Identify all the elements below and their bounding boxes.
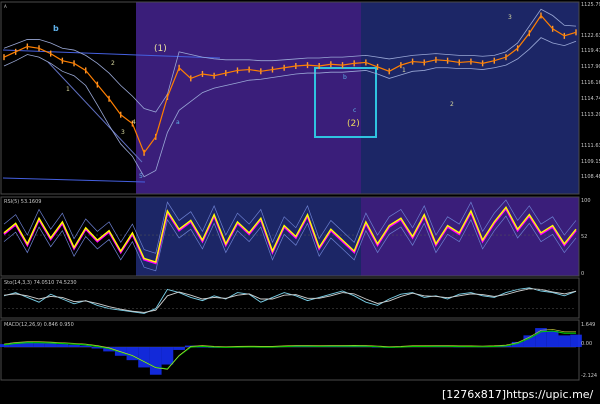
price-tick-label: 1116.16 xyxy=(581,80,600,86)
price-tick-label: 1111.63 xyxy=(581,143,600,149)
price-tick-label: 1125.79 xyxy=(581,2,600,8)
price-tick-label: 1117.90 xyxy=(581,64,600,70)
watermark: [1276x817]https://upic.me/ xyxy=(442,388,594,401)
macd-histogram-bar xyxy=(68,344,80,348)
price-tick-label: 1113.20 xyxy=(581,112,600,118)
wave-label-2: 2 xyxy=(111,60,115,67)
wave-label-2b: 2 xyxy=(450,101,454,108)
macd-histogram-bar xyxy=(138,347,150,368)
zone-blue xyxy=(361,2,579,194)
top-left-label: A xyxy=(4,4,7,9)
macd-tick-bottom: -2.124 xyxy=(581,373,597,379)
macd-histogram-bar xyxy=(161,347,174,365)
macd-histogram-bar xyxy=(546,331,559,348)
wave-label-4: 4 xyxy=(132,119,136,126)
price-tick-label: 1108.48 xyxy=(581,174,600,180)
rsi-tick-52: 52 xyxy=(581,234,587,240)
rsi-title: RSI(5) 53.1609 xyxy=(4,199,41,205)
wave-label-5: 5 xyxy=(139,173,143,180)
rsi-tick-0: 0 xyxy=(581,271,584,277)
price-tick-label: 1109.15 xyxy=(581,159,600,165)
zone-purple xyxy=(136,2,361,194)
rsi-tick-100: 100 xyxy=(581,198,591,204)
macd-tick-top: 1.649 xyxy=(581,322,595,328)
wave-label-3b: 3 xyxy=(508,14,512,21)
macd-tick-zero: 0.00 xyxy=(581,341,592,347)
macd-histogram-bar xyxy=(173,347,185,350)
macd-histogram-bar xyxy=(56,344,69,348)
wave-label-1b: 1 xyxy=(402,67,406,74)
wave-label-c: c xyxy=(353,107,356,114)
rsi-zone-purple xyxy=(361,197,579,276)
macd-histogram-bar xyxy=(33,342,45,348)
macd-title: MACD(12,26,9) 0.846 0.950 xyxy=(4,322,74,328)
wave-label-3: 3 xyxy=(121,129,125,136)
stock-chart: 1125.79 1122.63 1119.47 1117.90 1116.16 1114.… xyxy=(0,0,600,404)
wave-label-a: a xyxy=(176,119,180,126)
price-tick-label: 1114.74 xyxy=(581,96,600,102)
wave-label-b: b xyxy=(343,74,347,81)
wave-label-two-major: (2) xyxy=(347,119,360,129)
price-tick-label: 1119.47 xyxy=(581,48,600,54)
macd-histogram-bar xyxy=(558,335,571,348)
macd-histogram-bar xyxy=(44,343,57,348)
price-tick-label: 1122.63 xyxy=(581,33,600,39)
stochastic-title: Sto(14,3,3) 74.0510 74.5230 xyxy=(4,280,77,286)
wave-label-one-major: (1) xyxy=(154,44,167,54)
macd-histogram-bar xyxy=(149,347,162,375)
wave-label-b-top: b xyxy=(53,24,59,33)
wave-label-1: 1 xyxy=(66,86,70,93)
